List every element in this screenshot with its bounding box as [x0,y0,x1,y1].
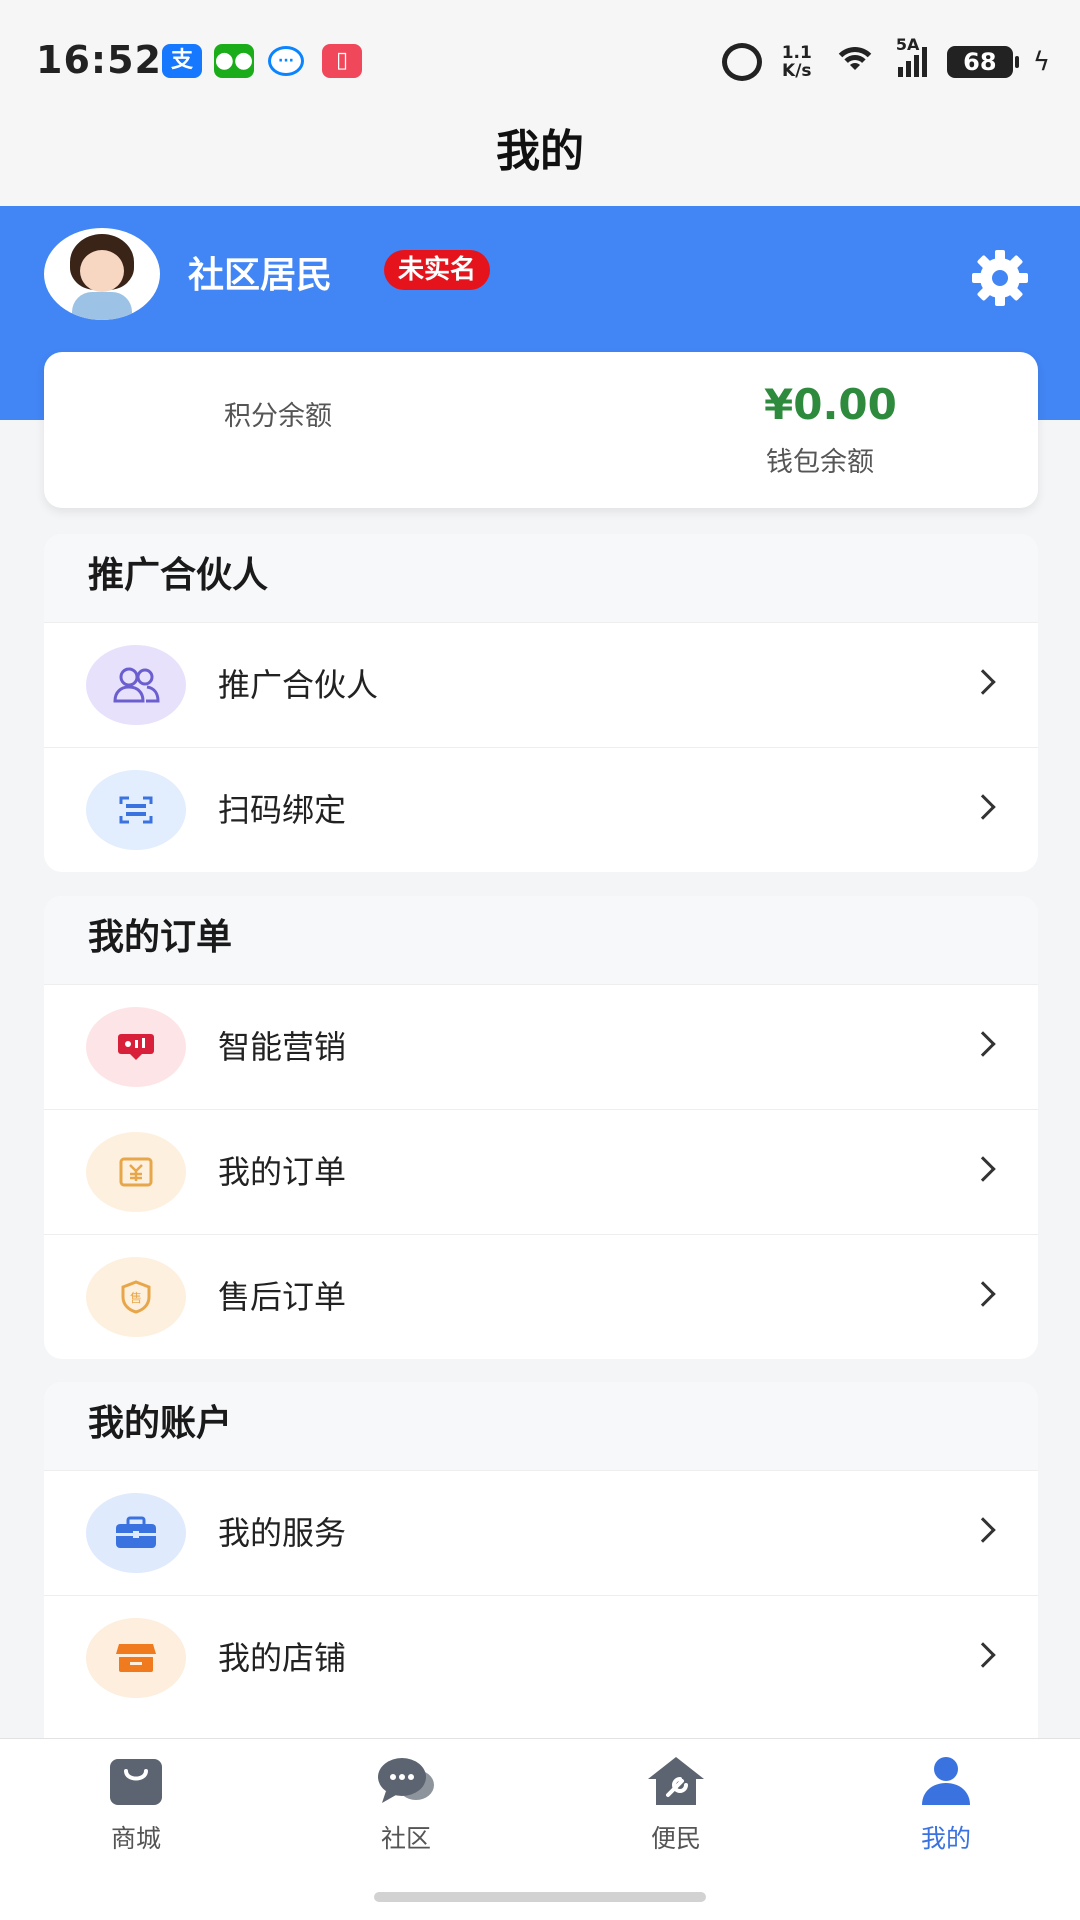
home-indicator[interactable] [374,1892,706,1902]
menu-item-label: 我的服务 [218,1514,347,1552]
book-reader-icon: ▯ [322,44,362,78]
points-balance-label[interactable]: 积分余额 [224,394,332,433]
menu-item-smart-marketing[interactable]: 智能营销 [44,984,1038,1109]
menu-item-partner[interactable]: 推广合伙人 [44,622,1038,747]
battery-icon: 68 [946,46,1019,78]
section-title: 推广合伙人 [44,534,1038,622]
page-title: 我的 [0,110,1080,206]
alipay-icon: 支 [162,44,202,78]
chevron-right-icon [970,1517,996,1543]
tab-convenience[interactable]: 便民 [606,1755,746,1865]
order-yuan-icon [86,1132,186,1212]
menu-item-after-sale[interactable]: 售 售后订单 [44,1234,1038,1359]
avatar[interactable] [44,228,160,320]
menu-item-label: 我的店铺 [218,1639,347,1677]
store-icon [86,1618,186,1698]
username[interactable]: 社区居民 [188,246,332,298]
tab-label: 社区 [380,1824,431,1853]
network-speed-value: 1.1 [781,43,812,63]
section-partner: 推广合伙人 推广合伙人 扫码绑定 [44,534,1038,872]
chevron-right-icon [970,1642,996,1668]
tab-community[interactable]: 社区 [336,1755,476,1865]
tab-label: 商城 [110,1824,161,1853]
network-speed: 1.1 K/s [782,44,812,80]
wechat-icon: ●● [214,44,254,78]
wallet-balance-label[interactable]: 钱包余额 [766,440,874,479]
alarm-icon [721,43,762,81]
menu-item-my-store[interactable]: 我的店铺 [44,1595,1038,1720]
tab-mine[interactable]: 我的 [876,1755,1016,1865]
message-bubble-icon: ··· [268,46,304,76]
section-orders: 我的订单 智能营销 我的订单 售 售后订单 [44,896,1038,1359]
briefcase-icon [86,1493,186,1573]
status-bar: 16:52 支 ●● ··· ▯ 1.1 K/s 5A 68 ϟ [0,0,1080,110]
menu-item-scan-bind[interactable]: 扫码绑定 [44,747,1038,872]
marketing-board-icon [86,1007,186,1087]
menu-item-label: 我的订单 [218,1153,347,1191]
chevron-right-icon [970,1281,996,1307]
menu-item-label: 扫码绑定 [218,791,347,829]
network-speed-unit: K/s [782,61,812,81]
menu-item-label: 智能营销 [218,1028,347,1066]
verify-status-badge[interactable]: 未实名 [384,250,491,290]
section-title: 我的订单 [44,896,1038,984]
section-account: 我的账户 我的服务 我的店铺 [44,1382,1038,1738]
wallet-balance-amount[interactable]: ¥0.00 [764,380,897,429]
balance-card: 积分余额 ¥0.00 钱包余额 [44,352,1038,508]
wifi-icon [831,45,878,79]
signal-icon: 5A [896,35,927,77]
menu-item-label: 推广合伙人 [218,666,379,704]
tab-mall[interactable]: 商城 [66,1755,206,1865]
partner-group-icon [86,645,186,725]
after-sale-shield-icon: 售 [86,1257,186,1337]
chevron-right-icon [970,794,996,820]
status-indicators: 1.1 K/s 5A 68 ϟ [721,35,1050,84]
status-time: 16:52 [36,38,162,82]
chevron-right-icon [970,1031,996,1057]
house-tools-icon [648,1757,704,1805]
gear-icon[interactable] [968,246,1032,310]
menu-item-my-services[interactable]: 我的服务 [44,1470,1038,1595]
section-title: 我的账户 [44,1382,1038,1470]
svg-text:售: 售 [130,1290,142,1305]
charging-icon: ϟ [1032,47,1050,77]
scan-qr-icon [86,770,186,850]
tab-label: 我的 [920,1824,971,1853]
chat-bubbles-icon [378,1758,434,1803]
shopping-bag-icon [110,1759,162,1805]
person-icon [922,1757,970,1805]
menu-item-my-orders[interactable]: 我的订单 [44,1109,1038,1234]
network-type: 5A [895,35,920,54]
chevron-right-icon [970,669,996,695]
menu-item-label: 售后订单 [218,1278,347,1316]
tab-label: 便民 [650,1824,701,1853]
chevron-right-icon [970,1156,996,1182]
